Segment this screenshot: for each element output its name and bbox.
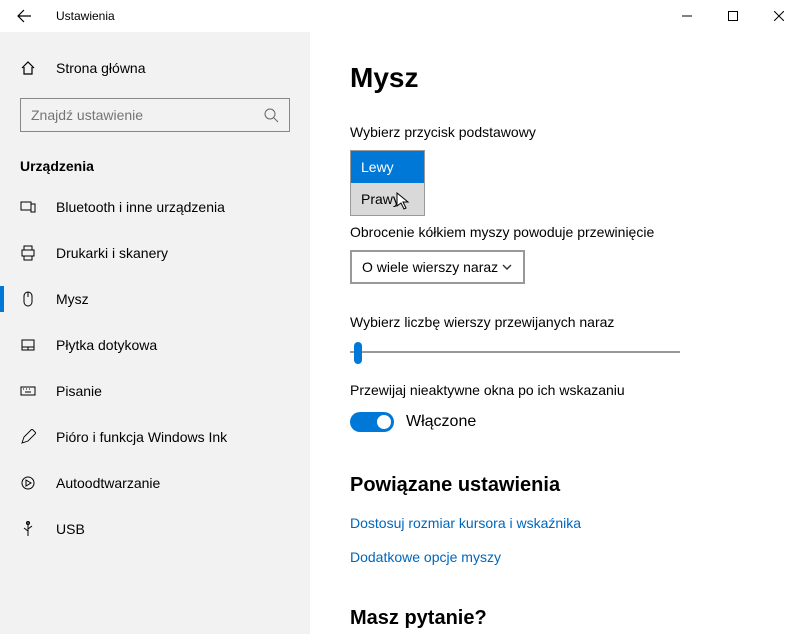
- devices-icon: [20, 199, 40, 215]
- inactive-toggle[interactable]: [350, 412, 394, 432]
- question-heading: Masz pytanie?: [350, 607, 762, 630]
- printer-icon: [20, 245, 40, 261]
- inactive-toggle-row: Włączone: [350, 412, 762, 432]
- category-header: Urządzenia: [0, 132, 310, 184]
- dropdown-option-left[interactable]: Lewy: [351, 151, 424, 183]
- mouse-icon: [20, 291, 40, 307]
- sidebar-item-pen[interactable]: Pióro i funkcja Windows Ink: [0, 414, 310, 460]
- slider-track: [350, 351, 680, 353]
- toggle-knob: [377, 415, 391, 429]
- nav-label: Drukarki i skanery: [56, 245, 168, 261]
- home-link[interactable]: Strona główna: [0, 50, 310, 86]
- maximize-icon: [728, 11, 738, 21]
- autoplay-icon: [20, 475, 40, 491]
- usb-icon: [20, 521, 40, 537]
- chevron-down-icon: [501, 261, 513, 273]
- sidebar-item-printers[interactable]: Drukarki i skanery: [0, 230, 310, 276]
- sidebar-item-bluetooth[interactable]: Bluetooth i inne urządzenia: [0, 184, 310, 230]
- arrow-left-icon: [16, 8, 32, 24]
- lines-section: Wybierz liczbę wierszy przewijanych nara…: [350, 314, 762, 364]
- search-box[interactable]: [20, 98, 290, 132]
- scroll-mode-combo[interactable]: O wiele wierszy naraz: [350, 250, 525, 284]
- titlebar: Ustawienia: [0, 0, 802, 32]
- nav-label: Mysz: [56, 291, 89, 307]
- touchpad-icon: [20, 337, 40, 353]
- page-title: Mysz: [350, 62, 762, 94]
- back-button[interactable]: [0, 0, 48, 32]
- lines-label: Wybierz liczbę wierszy przewijanych nara…: [350, 314, 762, 330]
- link-mouse-options[interactable]: Dodatkowe opcje myszy: [350, 549, 762, 565]
- pen-icon: [20, 429, 40, 445]
- sidebar-item-mouse[interactable]: Mysz: [0, 276, 310, 322]
- nav-label: Autoodtwarzanie: [56, 475, 160, 491]
- main-panel: Mysz Wybierz przycisk podstawowy Lewy Pr…: [310, 32, 802, 634]
- keyboard-icon: [20, 383, 40, 399]
- nav-label: Bluetooth i inne urządzenia: [56, 199, 225, 215]
- link-cursor-size[interactable]: Dostosuj rozmiar kursora i wskaźnika: [350, 515, 762, 531]
- maximize-button[interactable]: [710, 0, 756, 32]
- sidebar-item-typing[interactable]: Pisanie: [0, 368, 310, 414]
- window-title: Ustawienia: [56, 9, 115, 23]
- sidebar-item-usb[interactable]: USB: [0, 506, 310, 552]
- nav-label: Pióro i funkcja Windows Ink: [56, 429, 227, 445]
- toggle-state-text: Włączone: [406, 413, 476, 431]
- primary-button-dropdown[interactable]: Lewy Prawy: [350, 150, 425, 216]
- search-input[interactable]: [31, 107, 263, 123]
- minimize-icon: [682, 11, 692, 21]
- search-icon: [263, 107, 279, 123]
- nav-label: Płytka dotykowa: [56, 337, 157, 353]
- combo-value: O wiele wierszy naraz: [362, 259, 498, 275]
- scroll-label: Obrocenie kółkiem myszy powoduje przewin…: [350, 224, 762, 240]
- sidebar-item-touchpad[interactable]: Płytka dotykowa: [0, 322, 310, 368]
- content: Strona główna Urządzenia Bluetooth i inn…: [0, 32, 802, 634]
- related-heading: Powiązane ustawienia: [350, 474, 762, 497]
- sidebar: Strona główna Urządzenia Bluetooth i inn…: [0, 32, 310, 634]
- inactive-label: Przewijaj nieaktywne okna po ich wskazan…: [350, 382, 762, 398]
- window-controls: [664, 0, 802, 32]
- lines-slider[interactable]: [350, 340, 680, 364]
- close-button[interactable]: [756, 0, 802, 32]
- home-icon: [20, 60, 40, 76]
- nav-label: Pisanie: [56, 383, 102, 399]
- minimize-button[interactable]: [664, 0, 710, 32]
- dropdown-option-right[interactable]: Prawy: [351, 183, 424, 215]
- primary-button-label: Wybierz przycisk podstawowy: [350, 124, 762, 140]
- close-icon: [774, 11, 784, 21]
- home-label: Strona główna: [56, 60, 146, 76]
- sidebar-item-autoplay[interactable]: Autoodtwarzanie: [0, 460, 310, 506]
- slider-thumb[interactable]: [354, 342, 362, 364]
- nav-label: USB: [56, 521, 85, 537]
